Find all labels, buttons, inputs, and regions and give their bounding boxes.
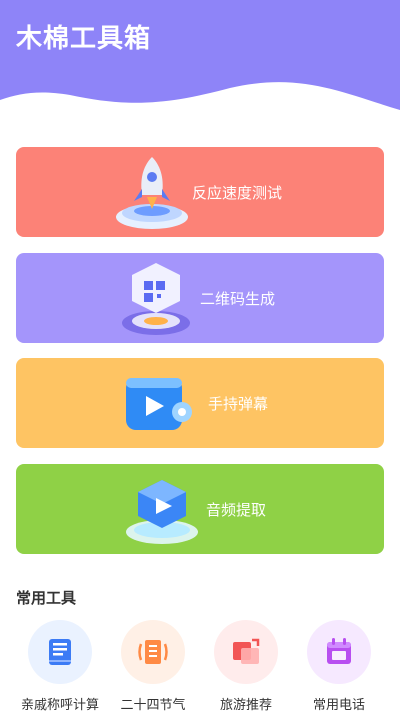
tool-common-phone[interactable]: 常用电话 xyxy=(299,620,379,713)
travel-icon xyxy=(233,638,260,664)
audio-play-icon xyxy=(126,480,198,544)
tool-icon-circle xyxy=(214,620,278,684)
tool-label: 常用电话 xyxy=(312,698,365,713)
tool-travel-recommend[interactable]: 旅游推荐 xyxy=(206,620,286,713)
app-title: 木棉工具箱 xyxy=(16,24,152,54)
card-label: 二维码生成 xyxy=(200,290,276,308)
tool-icon-circle xyxy=(307,620,371,684)
header: 木棉工具箱 xyxy=(0,0,400,150)
card-label: 反应速度测试 xyxy=(192,184,283,202)
card-handheld-barrage[interactable]: 手持弹幕 xyxy=(16,358,384,448)
scroll-icon xyxy=(138,640,168,664)
tool-icon-circle xyxy=(28,620,92,684)
tool-label: 二十四节气 xyxy=(120,698,186,713)
tool-relative-title-calc[interactable]: 亲戚称呼计算 xyxy=(20,620,100,713)
rocket-icon xyxy=(116,157,188,229)
tool-solar-terms[interactable]: 二十四节气 xyxy=(113,620,193,713)
section-title-common-tools: 常用工具 xyxy=(16,589,77,607)
tool-label: 旅游推荐 xyxy=(219,698,272,713)
card-label: 音频提取 xyxy=(206,501,267,519)
tool-icon-circle xyxy=(121,620,185,684)
card-reaction-speed-test[interactable]: 反应速度测试 xyxy=(16,147,384,237)
tool-label: 亲戚称呼计算 xyxy=(20,698,99,713)
qr-code-icon xyxy=(122,263,190,335)
card-qr-code-generate[interactable]: 二维码生成 xyxy=(16,253,384,343)
video-play-icon xyxy=(126,378,192,430)
card-audio-extract[interactable]: 音频提取 xyxy=(16,464,384,554)
card-label: 手持弹幕 xyxy=(208,395,269,413)
calendar-icon xyxy=(327,638,351,664)
book-icon xyxy=(49,639,71,665)
